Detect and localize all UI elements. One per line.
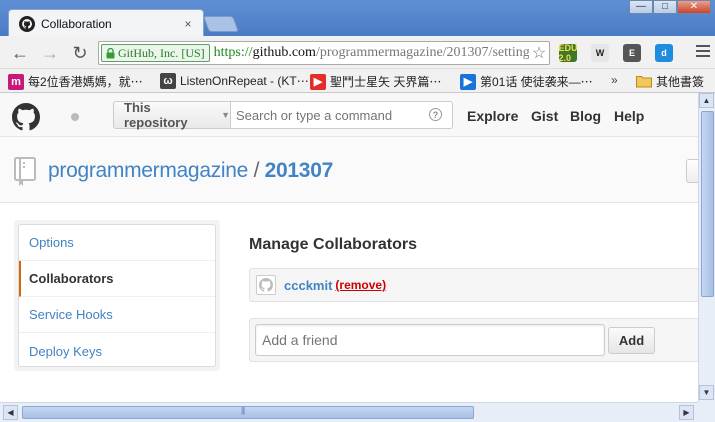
scrollbar-corner	[698, 402, 715, 422]
manage-collaborators-title: Manage Collaborators	[249, 236, 418, 253]
nav-gist[interactable]: Gist	[531, 108, 558, 124]
ev-badge-label: GitHub, Inc. [US]	[118, 45, 205, 60]
repo-name-link[interactable]: 201307	[265, 159, 334, 182]
url-text[interactable]: https://github.com/programmermagazine/20…	[214, 45, 529, 61]
collaborator-username-link[interactable]: ccckmit	[284, 278, 332, 293]
github-favicon-icon	[19, 15, 35, 32]
bookmark-favicon-icon: ω	[160, 73, 176, 89]
bookmark-label: 每2位香港媽媽，就⋯	[28, 75, 143, 89]
bookmark-favicon-icon: m	[8, 73, 24, 90]
settings-menu-item-service-hooks[interactable]: Service Hooks	[19, 297, 215, 333]
browser-toolbar: ← → ↻ GitHub, Inc. [US] https://github.c…	[0, 36, 715, 69]
horizontal-scrollbar[interactable]: ◀ ||| ▶	[0, 402, 698, 422]
bookmark-label: 第01话 使徒袭来—⋯	[480, 75, 593, 89]
vertical-scrollbar[interactable]: ▲ ▼	[698, 93, 715, 402]
collaborator-list-item: ccckmit (remove)	[249, 268, 698, 302]
add-collaborator-form: Add	[249, 318, 698, 362]
search-scope-label: This repository	[124, 100, 188, 130]
repo-owner-link[interactable]: programmermagazine	[48, 159, 248, 182]
window-controls: — □ ✕	[629, 0, 711, 14]
new-tab-button[interactable]	[203, 16, 239, 32]
back-arrow-icon[interactable]: ←	[10, 43, 30, 63]
add-collaborator-button[interactable]: Add	[608, 327, 655, 354]
lock-icon	[106, 47, 115, 58]
github-octocat-logo-icon[interactable]	[12, 103, 40, 131]
browser-titlebar: Collaboration × — □ ✕	[0, 0, 715, 37]
url-host: github.com	[252, 45, 316, 60]
browser-menu-icon[interactable]	[696, 45, 710, 60]
ev-certificate-badge[interactable]: GitHub, Inc. [US]	[101, 44, 210, 62]
command-search-input[interactable]	[231, 101, 453, 129]
nav-explore[interactable]: Explore	[467, 108, 518, 124]
browser-tab[interactable]: Collaboration ×	[8, 9, 204, 37]
octocat-avatar-icon	[259, 278, 273, 292]
other-bookmarks-folder[interactable]: 其他書簽	[636, 73, 704, 90]
search-help-icon[interactable]: ?	[429, 108, 442, 121]
nav-help[interactable]: Help	[614, 108, 644, 124]
settings-menu-item-deploy-keys[interactable]: Deploy Keys	[19, 333, 215, 369]
bookmark-label: 聖鬥士星矢 天界篇⋯	[330, 75, 442, 89]
github-header: This repository ▼ ? Explore Gist Blog He…	[0, 93, 698, 137]
close-window-button[interactable]: ✕	[677, 0, 711, 14]
wikipedia-extension-icon[interactable]: W	[591, 44, 609, 62]
bookmark-favicon-icon: ▶	[460, 73, 476, 90]
url-scheme: https://	[213, 45, 253, 60]
reload-icon[interactable]: ↻	[70, 43, 90, 63]
scroll-grip-icon: |||	[241, 406, 245, 415]
nav-blog[interactable]: Blog	[570, 108, 601, 124]
bookmark-item[interactable]: ▶ 第01话 使徒袭来—⋯	[460, 73, 593, 90]
dict-extension-icon[interactable]: d	[655, 44, 673, 62]
vertical-scroll-thumb[interactable]	[701, 111, 714, 297]
repo-separator: /	[253, 159, 260, 182]
repo-title: programmermagazine / 201307	[48, 159, 333, 183]
avatar	[256, 275, 276, 295]
tab-title: Collaboration	[41, 16, 112, 31]
bookmark-item[interactable]: m 每2位香港媽媽，就⋯	[8, 73, 143, 90]
address-bar[interactable]: GitHub, Inc. [US] https://github.com/pro…	[98, 41, 550, 65]
notification-indicator-icon[interactable]	[71, 113, 79, 121]
url-path: /programmermagazine/201307/settings	[315, 45, 529, 60]
edu-extension-icon[interactable]: EDU 2.0	[559, 43, 578, 63]
bookmarks-bar: m 每2位香港媽媽，就⋯ ω ListenOnRepeat - (KT⋯ ▶ 聖鬥士星矢 …	[0, 69, 715, 93]
scroll-up-arrow-icon[interactable]: ▲	[699, 93, 714, 108]
bookmark-item[interactable]: ▶ 聖鬥士星矢 天界篇⋯	[310, 73, 441, 90]
tab-close-icon[interactable]: ×	[181, 17, 195, 31]
forward-arrow-icon[interactable]: →	[40, 43, 60, 63]
scroll-right-arrow-icon[interactable]: ▶	[679, 405, 694, 420]
folder-icon	[636, 76, 652, 88]
remove-collaborator-link[interactable]: (remove)	[335, 278, 386, 292]
horizontal-scroll-thumb[interactable]: |||	[22, 406, 474, 419]
maximize-button[interactable]: □	[653, 0, 677, 14]
bookmarks-overflow-chevron[interactable]: »	[611, 73, 618, 87]
minimize-button[interactable]: —	[629, 0, 653, 14]
settings-menu-item-options[interactable]: Options	[19, 225, 215, 261]
settings-menu: Options Collaborators Service Hooks Depl…	[14, 220, 220, 371]
repo-book-icon	[14, 157, 36, 186]
search-scope-dropdown[interactable]: This repository ▼	[113, 100, 231, 130]
add-friend-input[interactable]	[255, 324, 605, 356]
caret-down-icon: ▼	[221, 110, 230, 120]
scroll-down-arrow-icon[interactable]: ▼	[699, 385, 714, 400]
bookmark-label: ListenOnRepeat - (KT⋯	[180, 74, 309, 88]
bookmark-favicon-icon: ▶	[310, 73, 326, 90]
evernote-extension-icon[interactable]: E	[623, 44, 641, 62]
repository-header: programmermagazine / 201307	[0, 137, 700, 203]
scroll-left-arrow-icon[interactable]: ◀	[3, 405, 18, 420]
settings-menu-item-collaborators[interactable]: Collaborators	[19, 261, 215, 297]
bookmark-star-icon[interactable]: ☆	[529, 43, 549, 63]
other-bookmarks-label: 其他書簽	[656, 75, 705, 89]
bookmark-item[interactable]: ω ListenOnRepeat - (KT⋯	[160, 73, 309, 89]
